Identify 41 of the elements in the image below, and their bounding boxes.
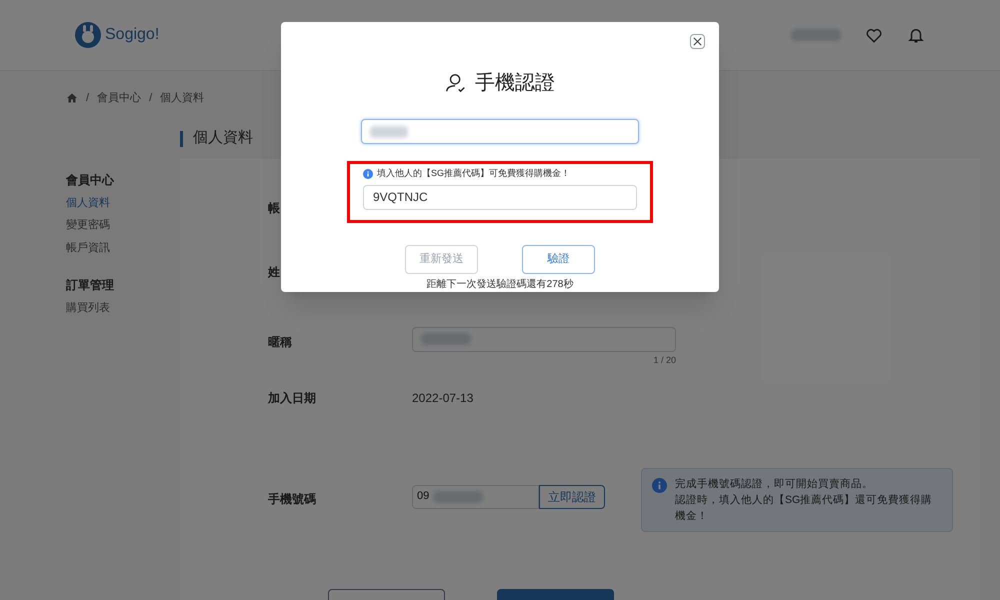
nickname-field[interactable] [412, 326, 676, 352]
breadcrumb-separator: / [149, 91, 152, 106]
user-check-icon [445, 72, 467, 94]
phone-field[interactable]: 09 [412, 484, 539, 508]
field-label: 手機號碼 [268, 490, 317, 508]
logo-icon [75, 22, 101, 48]
verify-button[interactable]: 驗證 [522, 244, 595, 274]
info-icon [652, 478, 667, 492]
field-label: 帳 [268, 200, 281, 216]
join-date: 2022-07-13 [412, 390, 474, 407]
phone-prefix: 09 [417, 489, 430, 504]
heart-icon[interactable] [865, 26, 883, 44]
close-button[interactable] [690, 34, 705, 49]
page-title: 個人資料 [193, 128, 253, 148]
notice-text: 認證時，填入他人的【SG推薦代碼】還可免費獲得購機金！ [675, 492, 934, 524]
info-icon [363, 168, 373, 179]
character-counter: 1 / 20 [653, 354, 676, 367]
breadcrumb-link[interactable]: 會員中心 [97, 90, 142, 106]
countdown-text: 距離下一次發送驗證碼還有278秒 [426, 278, 574, 292]
bell-icon[interactable] [907, 26, 925, 44]
breadcrumb-link[interactable]: 個人資料 [160, 90, 204, 106]
logo-text[interactable]: Sogigo! [105, 23, 160, 47]
field-label: 加入日期 [268, 390, 317, 407]
home-icon[interactable] [66, 92, 78, 104]
referral-code-field[interactable]: 9VQTNJC [363, 184, 637, 210]
blurred-text [370, 126, 408, 138]
breadcrumb-separator: / [86, 91, 90, 106]
field-label: 暱稱 [268, 334, 293, 351]
sidebar-heading: 會員中心 [66, 172, 116, 188]
phone-field[interactable] [361, 119, 639, 144]
sidebar-item[interactable]: 購買列表 [66, 300, 180, 316]
sidebar-item[interactable]: 帳戶資訊 [66, 240, 180, 256]
dialog-title: 手機認證 [475, 71, 555, 96]
verify-now-button[interactable]: 立即認證 [539, 484, 605, 508]
sidebar-item[interactable]: 個人資料 [66, 194, 180, 211]
field-label: 姓 [268, 264, 281, 281]
sidebar-item[interactable]: 變更密碼 [66, 217, 180, 234]
close-icon [693, 37, 702, 46]
referral-hint: 填入他人的【SG推薦代碼】可免費獲得購機金！ [377, 167, 570, 180]
sidebar-heading: 訂單管理 [66, 277, 115, 294]
notice-text: 完成手機號碼認證，即可開始買賣商品。 [675, 476, 874, 492]
